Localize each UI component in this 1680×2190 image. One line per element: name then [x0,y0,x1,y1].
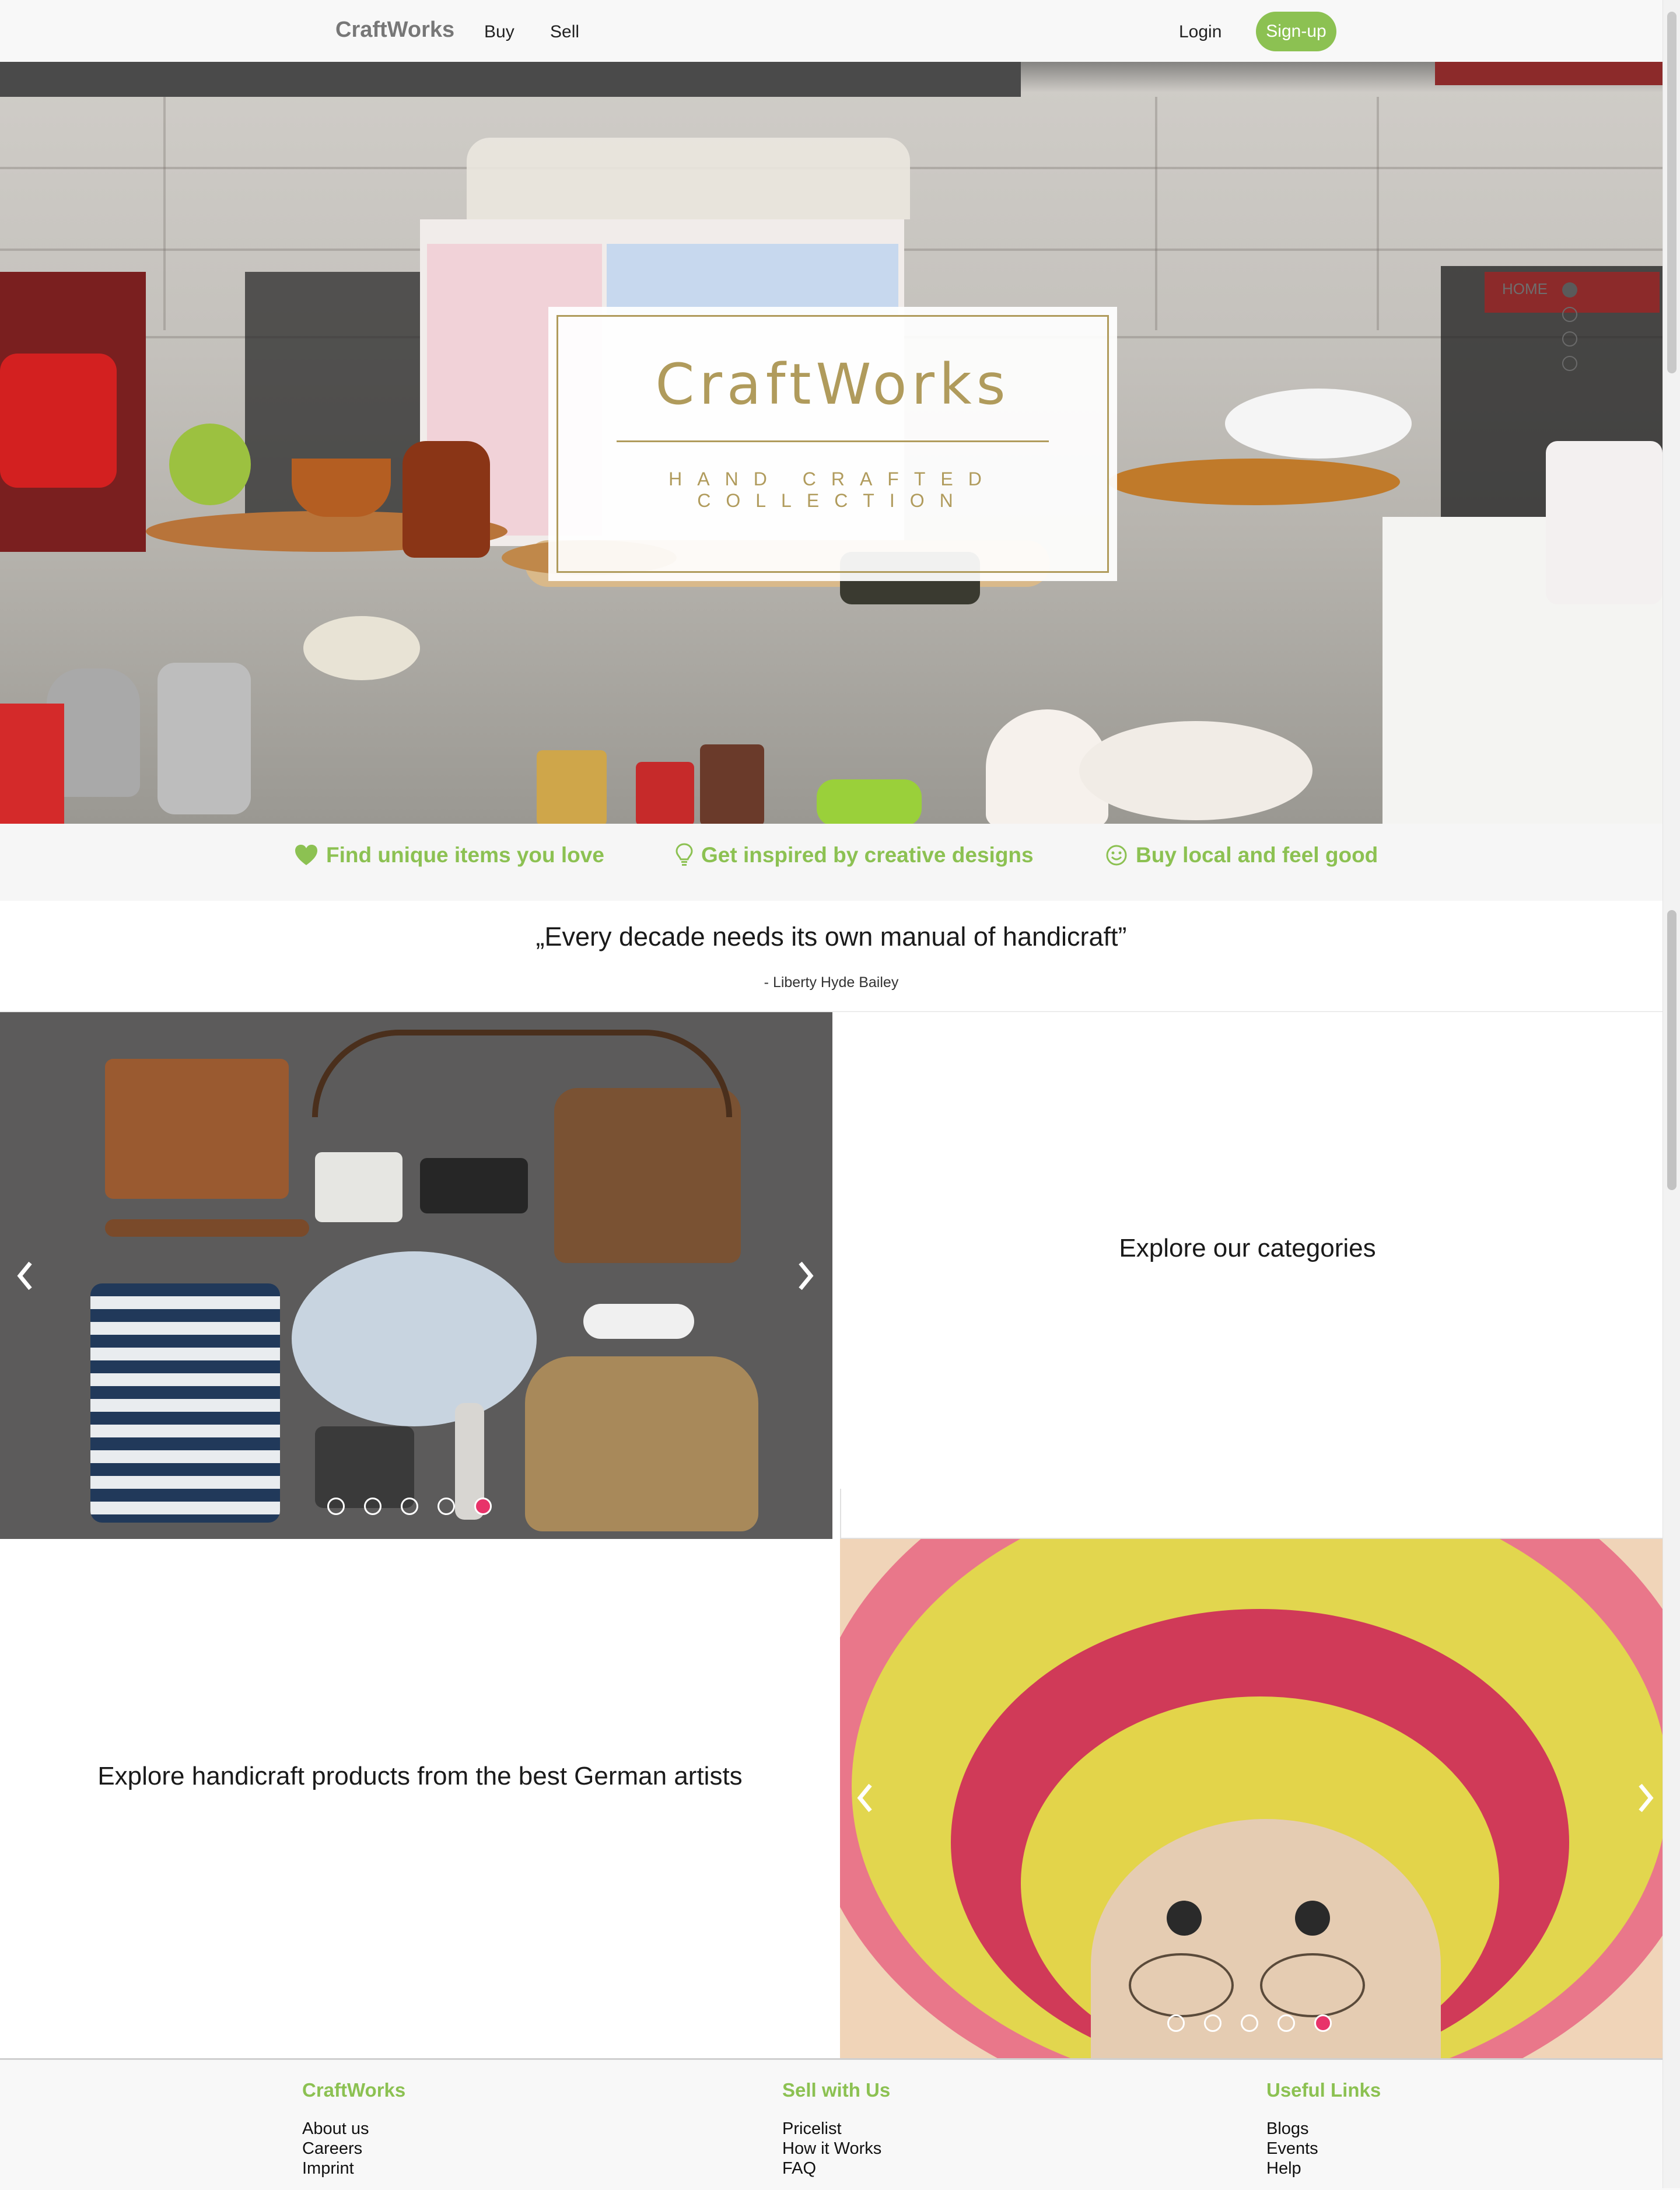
side-nav-dot[interactable] [1562,356,1577,371]
footer-link-about[interactable]: About us [302,2119,369,2139]
footer-link-blogs[interactable]: Blogs [1266,2119,1309,2139]
white-bowl [303,616,420,680]
bag-strap [312,1030,732,1117]
hero-title-card: CraftWorks HAND CRAFTED COLLECTION [548,307,1117,581]
wall-seam [163,97,166,330]
belt [105,1219,309,1237]
feature-label: Get inspired by creative designs [701,843,1034,867]
boots [525,1356,758,1531]
footer-link-imprint[interactable]: Imprint [302,2158,354,2178]
footer-heading: CraftWorks [302,2079,406,2101]
tin-box [537,750,607,824]
hero-divider [617,440,1049,442]
tea-set [1225,389,1412,459]
nav-sell-link[interactable]: Sell [550,22,579,42]
quote-author: - Liberty Hyde Bailey [764,974,899,991]
top-navbar [0,0,1662,63]
slider-dot[interactable] [1167,2014,1185,2032]
wall-seam [1377,97,1379,330]
slider-dot[interactable] [1204,2014,1222,2032]
feature-find-items: Find unique items you love [295,843,604,867]
eye-left [1167,1901,1202,1936]
hero-subtitle: HAND CRAFTED COLLECTION [668,468,997,511]
feature-label: Find unique items you love [326,843,604,867]
nav-buy-link[interactable]: Buy [484,22,514,42]
feature-inspired: Get inspired by creative designs [676,843,1034,867]
brand-logo[interactable]: CraftWorks [335,18,454,43]
red-tin [636,762,694,824]
pouch [315,1152,402,1222]
slider-dot-active[interactable] [1314,2014,1332,2032]
red-cushion [0,354,117,488]
camera [315,1426,414,1508]
feature-label: Buy local and feel good [1136,843,1378,867]
striped-shirt [90,1283,280,1523]
footer-link-events[interactable]: Events [1266,2139,1318,2158]
scrollbar-thumb-upper[interactable] [1667,12,1676,373]
brown-tin [700,744,764,824]
artists-text: Explore handicraft products from the bes… [97,1762,743,1790]
footer-link-how-it-works[interactable]: How it Works [782,2139,881,2158]
chevron-left-icon[interactable] [853,1780,876,1815]
phone [420,1158,528,1213]
side-nav-home-label[interactable]: HOME [1502,280,1548,298]
categories-slider[interactable] [0,1012,832,1539]
heart-icon [295,845,317,865]
slider-dot[interactable] [327,1498,345,1515]
stacked-plates [1079,721,1312,820]
slider-dot[interactable] [364,1498,382,1515]
hero-title: CraftWorks [655,352,1010,417]
slider-dot[interactable] [1278,2014,1295,2032]
section-divider [840,1489,841,1539]
scrollbar-thumb[interactable] [1667,910,1676,1190]
quote-text: „Every decade needs its own manual of ha… [536,922,1127,951]
slider-dot[interactable] [438,1498,455,1515]
eye-right [1295,1901,1330,1936]
footer-heading: Useful Links [1266,2079,1381,2101]
round-table-right [1108,459,1400,505]
green-jars [817,779,922,824]
login-link[interactable]: Login [1179,22,1222,42]
brown-bowls [292,459,391,517]
chevron-left-icon[interactable] [13,1258,36,1293]
hero-banner: CraftWorks HAND CRAFTED COLLECTION HOME [0,62,1662,824]
cabinet-blue-panel [607,244,898,314]
wall-seam [1155,97,1157,330]
lightbulb-icon [676,843,693,866]
glasses-left [1129,1953,1234,2017]
metal-jug [158,663,251,814]
glasses-right [1260,1953,1365,2017]
footer-heading: Sell with Us [782,2079,891,2101]
hero-title-frame: CraftWorks HAND CRAFTED COLLECTION [556,315,1109,573]
red-can [0,704,64,824]
canisters [1546,441,1662,604]
wall-sign-red [1435,62,1662,85]
side-nav-dot[interactable] [1562,307,1577,322]
footer-link-pricelist[interactable]: Pricelist [782,2119,842,2139]
footer-link-help[interactable]: Help [1266,2158,1301,2178]
teapots-shelf [467,138,910,219]
smiley-icon [1106,845,1127,866]
signup-button[interactable]: Sign-up [1256,12,1336,51]
chevron-right-icon[interactable] [794,1258,818,1293]
top-sign [0,62,1021,97]
brown-teapot [402,441,490,558]
side-nav-dot-active[interactable] [1562,282,1577,298]
scarf [292,1251,537,1426]
footer-link-faq[interactable]: FAQ [782,2158,816,2178]
sunglasses [583,1304,694,1339]
slider-dot[interactable] [1241,2014,1258,2032]
feature-buy-local: Buy local and feel good [1105,843,1378,867]
chevron-right-icon[interactable] [1634,1780,1658,1815]
categories-text: Explore our categories [1119,1234,1376,1262]
slider-dot[interactable] [401,1498,418,1515]
side-nav-dot[interactable] [1562,331,1577,347]
green-teapot [169,424,251,505]
slider-dot-active[interactable] [474,1498,492,1515]
artists-slider[interactable] [840,1539,1672,2058]
footer-link-careers[interactable]: Careers [302,2139,362,2158]
leather-folder [105,1059,289,1199]
